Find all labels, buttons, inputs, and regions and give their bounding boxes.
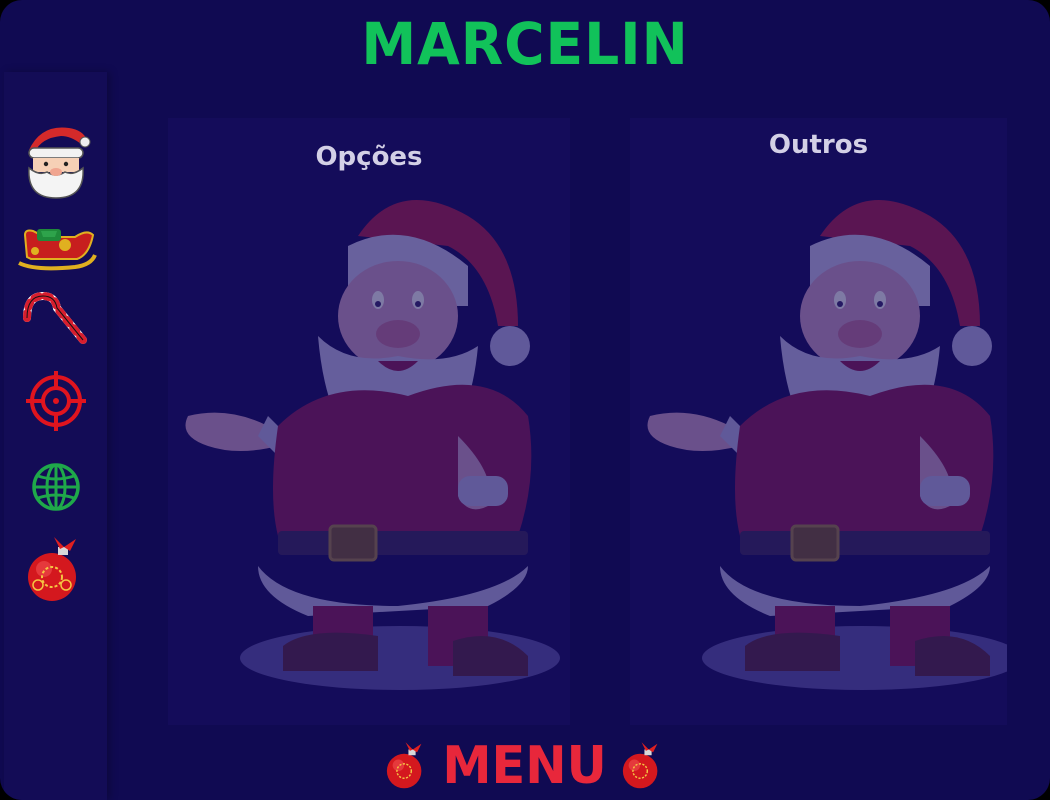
sidebar-item-santa[interactable] — [4, 120, 107, 200]
menu-label: MENU — [442, 736, 608, 796]
santa-claus-illustration — [185, 200, 560, 690]
sidebar-item-ornament[interactable] — [4, 530, 107, 610]
ornament-icon — [622, 742, 657, 789]
santa-claus-illustration — [647, 200, 1007, 690]
others-panel-title: Outros — [768, 130, 869, 160]
app-title: MARCELIN — [361, 10, 689, 78]
santa-face-icon — [27, 127, 90, 199]
ornament-icon — [27, 537, 76, 601]
crosshair-icon — [25, 371, 86, 431]
sidebar-item-aim[interactable] — [4, 361, 107, 441]
sidebar — [4, 72, 107, 800]
app-window: MARCELIN Opções Outros MENU — [0, 0, 1050, 800]
options-panel: Opções — [168, 118, 570, 725]
ornament-icon — [387, 742, 422, 789]
globe-icon — [31, 463, 80, 511]
sidebar-item-candy-cane[interactable] — [4, 278, 107, 358]
sleigh-icon — [17, 229, 97, 271]
options-panel-title: Opções — [315, 142, 423, 172]
sidebar-item-world[interactable] — [4, 447, 107, 527]
sidebar-item-sleigh[interactable] — [4, 204, 107, 284]
candy-cane-icon — [22, 291, 87, 344]
menu-toggle-button[interactable]: MENU — [0, 735, 1050, 797]
others-panel: Outros — [630, 118, 1007, 725]
